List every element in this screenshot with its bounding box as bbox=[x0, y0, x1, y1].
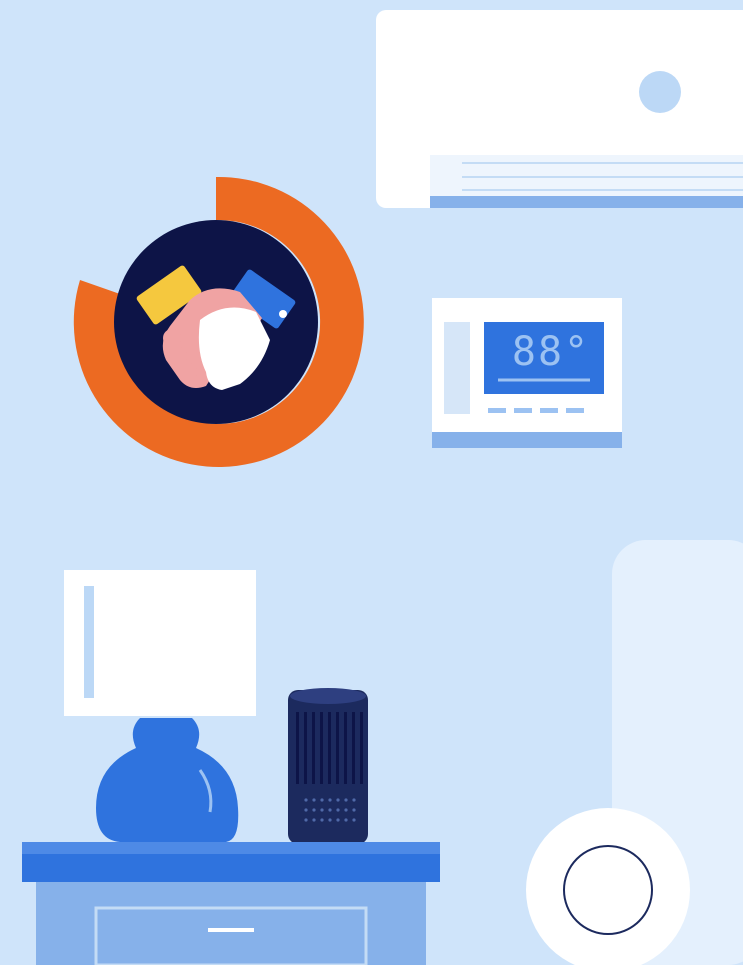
smart-hub-icon bbox=[526, 808, 690, 965]
nightstand-icon bbox=[22, 842, 440, 965]
air-conditioner-icon bbox=[376, 10, 743, 208]
smart-speaker-icon bbox=[288, 688, 368, 844]
thermostat-display-value: 88° bbox=[511, 329, 591, 375]
smart-home-illustration: 88° bbox=[0, 0, 743, 965]
illustration-canvas bbox=[0, 0, 743, 965]
